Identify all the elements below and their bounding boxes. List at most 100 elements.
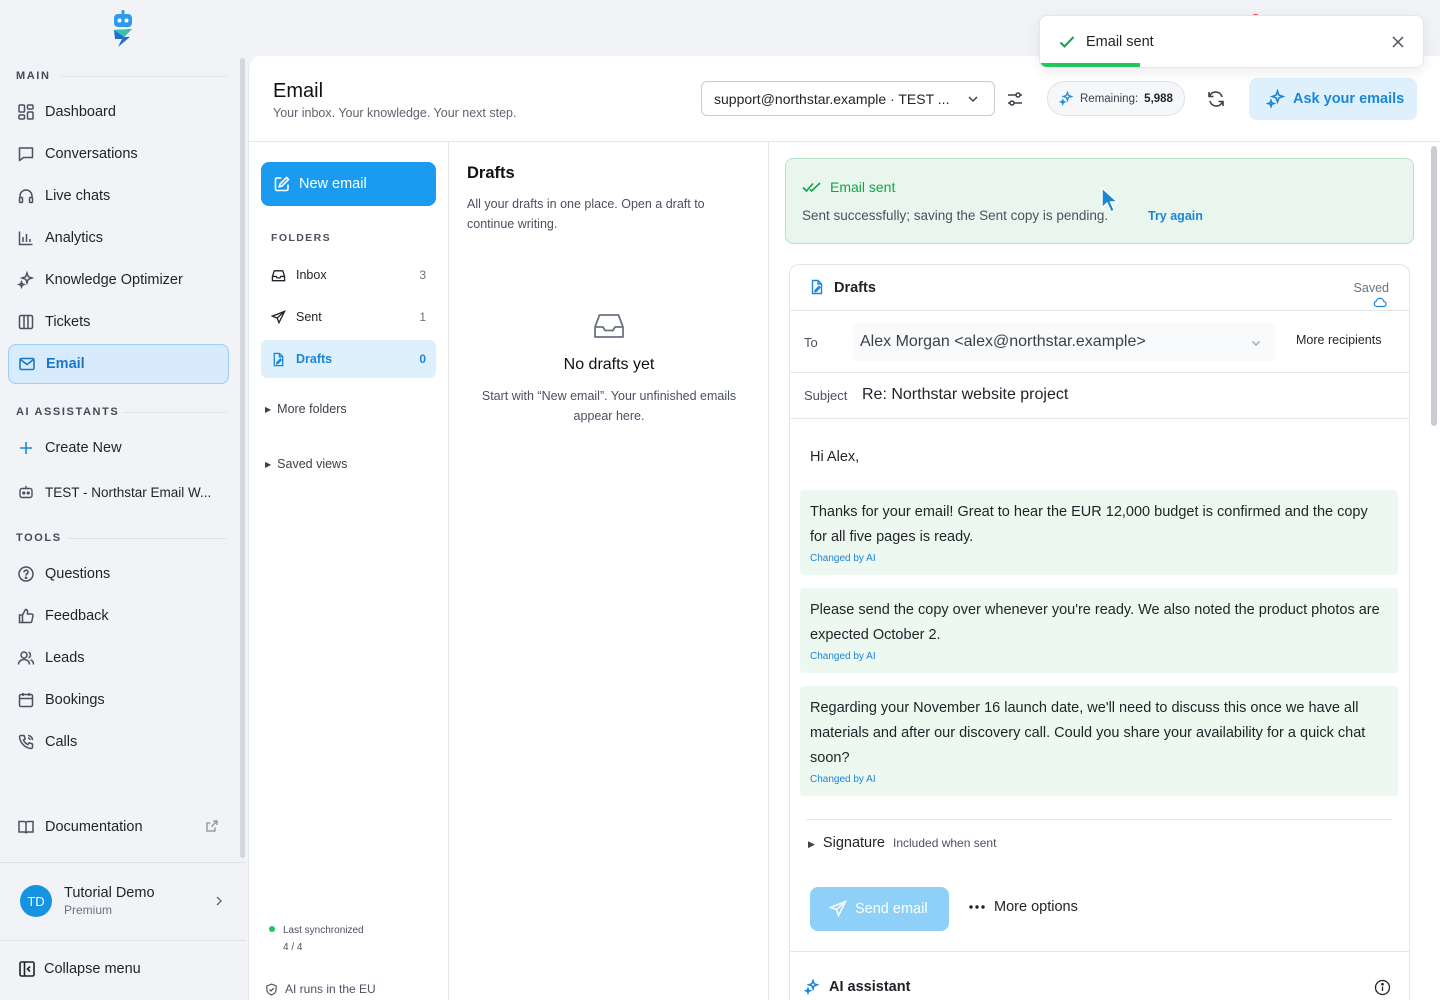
calendar-icon [18, 693, 34, 708]
subject-input[interactable]: Re: Northstar website project [862, 386, 1068, 404]
collapse-menu-button[interactable]: Collapse menu [18, 960, 141, 978]
bar-chart-icon [18, 231, 33, 246]
plus-icon [20, 442, 32, 454]
nav-bookings[interactable]: Bookings [8, 680, 229, 720]
ai-assistant-section[interactable]: AI assistant [804, 979, 910, 995]
ai-changed-paragraph[interactable]: Thanks for your email! Great to hear the… [800, 490, 1398, 575]
page-subtitle: Your inbox. Your knowledge. Your next st… [273, 106, 517, 120]
draft-icon [811, 279, 823, 295]
folder-count: 0 [419, 352, 426, 366]
saved-views-toggle[interactable]: ▶ Saved views [265, 457, 347, 471]
to-label: To [804, 335, 818, 350]
ask-button-label: Ask your emails [1293, 91, 1405, 107]
empty-state-title: No drafts yet [563, 356, 655, 373]
more-folders-label: More folders [277, 402, 347, 416]
caret-right-icon: ▶ [808, 839, 815, 849]
nav-documentation[interactable]: Documentation [8, 807, 229, 847]
more-folders-toggle[interactable]: ▶ More folders [265, 402, 347, 416]
sparkle-icon [17, 271, 35, 289]
nav-label: Tickets [45, 314, 91, 330]
divider [62, 76, 226, 77]
more-options-button[interactable]: More options [968, 899, 1078, 915]
signature-toggle[interactable]: ▶ Signature Included when sent [808, 835, 996, 851]
sparkle-icon [1059, 91, 1074, 106]
nav-tickets[interactable]: Tickets [8, 302, 229, 342]
nav-dashboard[interactable]: Dashboard [8, 92, 229, 132]
email-greeting[interactable]: Hi Alex, [810, 449, 859, 465]
nav-label: Conversations [45, 146, 138, 162]
changed-by-ai-tag: Changed by AI [810, 774, 876, 785]
section-ai-assistants-title: AI ASSISTANTS [16, 406, 120, 418]
nav-label: Questions [45, 566, 111, 582]
main-panel: Email Your inbox. Your knowledge. Your n… [248, 56, 1440, 1000]
recipient-select[interactable]: Alex Morgan <alex@northstar.example> [852, 323, 1276, 361]
nav-questions[interactable]: Questions [8, 554, 229, 594]
folder-drafts[interactable]: Drafts 0 [261, 340, 436, 378]
divider [68, 538, 226, 539]
divider [790, 951, 1409, 952]
refresh-icon[interactable] [1206, 89, 1226, 109]
chevron-down-icon [968, 96, 978, 103]
close-icon[interactable] [1391, 35, 1405, 49]
inbox-icon [271, 269, 286, 281]
drafts-list-description: All your drafts in one place. Open a dra… [467, 197, 705, 231]
nav-label: Dashboard [45, 104, 116, 120]
chat-icon [18, 147, 34, 162]
divider [0, 940, 246, 941]
collapse-label: Collapse menu [44, 961, 141, 977]
robot-logo-icon[interactable] [110, 10, 136, 48]
status-dot-icon [269, 926, 275, 932]
ask-your-emails-button[interactable]: Ask your emails [1249, 78, 1417, 120]
nav-create-new[interactable]: Create New [8, 428, 229, 468]
nav-leads[interactable]: Leads [8, 638, 229, 678]
account-select[interactable]: support@northstar.example · TEST ... [701, 81, 995, 116]
user-profile-card[interactable]: TD Tutorial Demo Premium [8, 878, 236, 924]
folder-sent[interactable]: Sent 1 [261, 298, 436, 336]
sync-label: Last synchronized [283, 925, 364, 936]
remaining-value: 5,988 [1144, 92, 1173, 105]
nav-feedback[interactable]: Feedback [8, 596, 229, 636]
divider [0, 862, 246, 863]
nav-assistant-test-northstar[interactable]: TEST - Northstar Email W... [8, 472, 229, 512]
caret-right-icon: ▶ [265, 459, 272, 469]
folder-inbox[interactable]: Inbox 3 [261, 256, 436, 294]
composer-scrollbar[interactable] [1431, 146, 1437, 426]
remaining-credits-badge: Remaining: 5,988 [1047, 81, 1185, 116]
send-icon [829, 900, 847, 918]
nav-calls[interactable]: Calls [8, 722, 229, 762]
nav-email[interactable]: Email [8, 344, 229, 384]
sidebar-scrollbar[interactable] [240, 58, 245, 858]
ai-changed-paragraph[interactable]: Regarding your November 16 launch date, … [800, 686, 1398, 796]
more-recipients-button[interactable]: More recipients [1296, 333, 1381, 347]
filter-settings-icon[interactable] [1005, 89, 1025, 109]
nav-conversations[interactable]: Conversations [8, 134, 229, 174]
sparkle-icon [804, 979, 820, 995]
folder-label: Inbox [296, 268, 327, 282]
info-icon[interactable] [1374, 979, 1391, 996]
empty-state-description: Start with “New email”. Your unfinished … [481, 389, 737, 423]
recipient-row: To Alex Morgan <alex@northstar.example> … [790, 311, 1409, 373]
more-options-label: More options [994, 899, 1078, 915]
divider [124, 412, 226, 413]
draft-icon [273, 352, 284, 366]
folder-label: Sent [296, 310, 322, 324]
ai-changed-paragraph[interactable]: Please send the copy over whenever you'r… [800, 588, 1398, 673]
try-again-button[interactable]: Try again [1148, 209, 1203, 223]
send-email-button[interactable]: Send email [810, 887, 949, 931]
nav-analytics[interactable]: Analytics [8, 218, 229, 258]
saved-status: Saved [1354, 281, 1389, 308]
eu-note: AI runs in the EU [265, 982, 376, 996]
thumbs-up-icon [18, 608, 34, 624]
nav-knowledge-optimizer[interactable]: Knowledge Optimizer [8, 260, 229, 300]
sync-status: Last synchronized 4 / 4 [269, 922, 364, 956]
account-select-value: support@northstar.example · TEST ... [714, 90, 950, 107]
nav-label: Feedback [45, 608, 109, 624]
nav-label: Calls [45, 734, 78, 750]
toast-text: Email sent [1086, 34, 1154, 50]
book-icon [18, 820, 34, 834]
nav-live-chats[interactable]: Live chats [8, 176, 229, 216]
section-tools-title: TOOLS [16, 532, 62, 544]
paragraph-text: Thanks for your email! Great to hear the… [810, 504, 1368, 545]
nav-label: Email [46, 356, 85, 372]
new-email-button[interactable]: New email [261, 162, 436, 206]
